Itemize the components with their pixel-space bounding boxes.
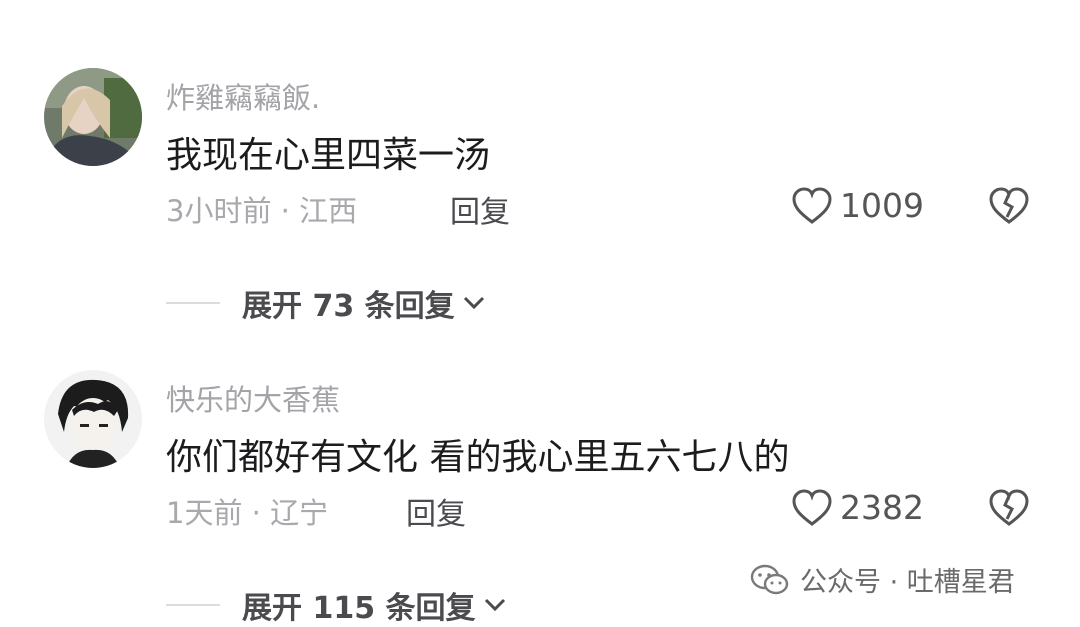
broken-heart-icon bbox=[989, 187, 1029, 224]
wechat-icon bbox=[750, 564, 789, 594]
like-count: 2382 bbox=[840, 488, 924, 527]
comment-text: 你们都好有文化 看的我心里五六七八的 bbox=[166, 437, 790, 478]
expand-replies-button[interactable]: 展开 115 条回复 bbox=[166, 583, 508, 627]
expand-replies-label: 展开 115 条回复 bbox=[242, 591, 476, 626]
dislike-button[interactable] bbox=[988, 489, 1030, 531]
comment-meta: 1天前 · 辽宁 bbox=[166, 496, 329, 530]
expand-replies-label: 展开 73 条回复 bbox=[242, 289, 455, 324]
avatar[interactable] bbox=[44, 370, 142, 468]
like-count: 1009 bbox=[840, 186, 924, 225]
username[interactable]: 快乐的大香蕉 bbox=[166, 377, 340, 419]
username[interactable]: 炸雞竊竊飯. bbox=[166, 75, 320, 117]
chevron-down-icon bbox=[484, 598, 505, 612]
divider-line bbox=[166, 604, 220, 606]
divider-line bbox=[166, 302, 220, 304]
reply-button[interactable]: 回复 bbox=[450, 187, 510, 231]
heart-outline-icon bbox=[792, 186, 832, 224]
dislike-button[interactable] bbox=[988, 187, 1030, 229]
like-button[interactable]: 2382 bbox=[792, 488, 924, 527]
avatar[interactable] bbox=[44, 68, 142, 166]
comment-meta: 3小时前 · 江西 bbox=[166, 194, 358, 228]
watermark-text: 公众号 · 吐槽星君 bbox=[800, 567, 1015, 598]
like-button[interactable]: 1009 bbox=[792, 186, 924, 225]
heart-outline-icon bbox=[792, 488, 832, 526]
reply-button[interactable]: 回复 bbox=[406, 489, 466, 533]
watermark: 公众号 · 吐槽星君 bbox=[750, 560, 1015, 599]
comment-text: 我现在心里四菜一汤 bbox=[166, 135, 491, 176]
broken-heart-icon bbox=[989, 489, 1029, 526]
expand-replies-button[interactable]: 展开 73 条回复 bbox=[166, 281, 487, 325]
chevron-down-icon bbox=[463, 296, 484, 310]
